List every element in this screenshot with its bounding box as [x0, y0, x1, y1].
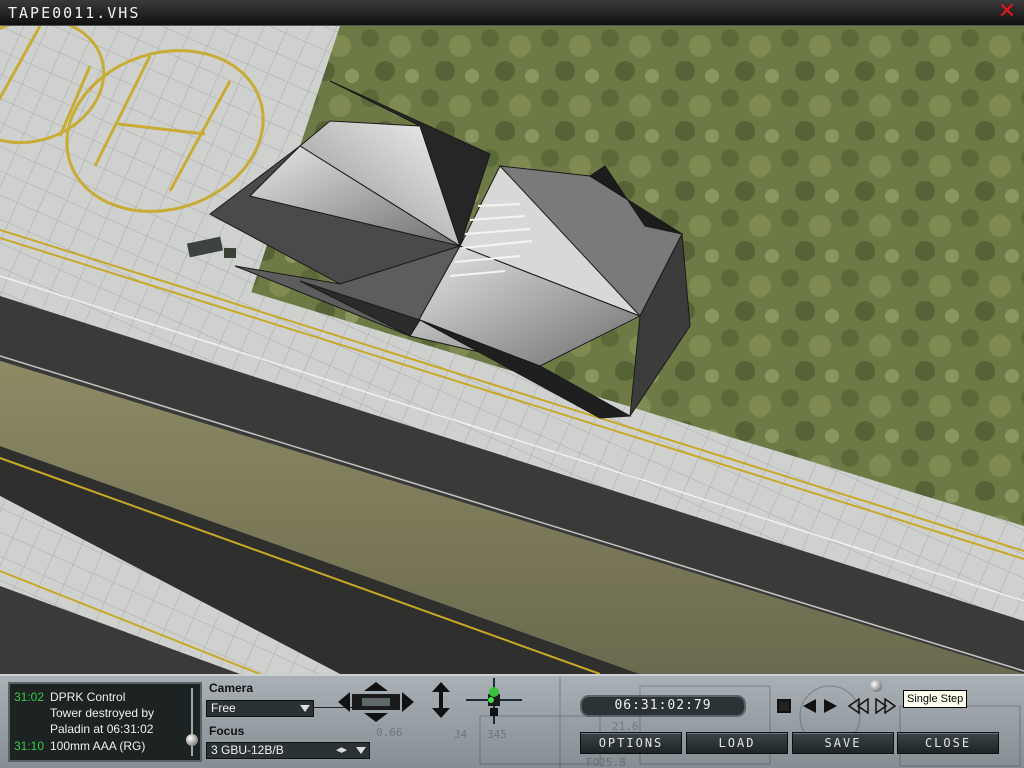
replay-3d-view[interactable]	[0, 26, 1024, 674]
playback-speed-knob[interactable]	[870, 680, 882, 692]
log-entry-text: 100mm AAA (RG)	[50, 739, 146, 753]
close-button[interactable]: CLOSE	[897, 732, 999, 754]
event-log: 31:02 DPRK Control Tower destroyed by Pa…	[8, 682, 202, 762]
log-entry-time: 31:02	[14, 690, 45, 704]
hud-value-5: FO25.8	[586, 756, 626, 768]
playback-timecode: 06:31:02:79	[580, 695, 746, 717]
focus-cycle-icon[interactable]: ◂▸	[336, 743, 347, 758]
options-button[interactable]: OPTIONS	[580, 732, 682, 754]
stop-icon[interactable]	[776, 698, 792, 714]
play-direction-icon[interactable]	[802, 698, 838, 714]
camera-label: Camera	[209, 681, 254, 695]
log-entry-text: DPRK Control	[50, 690, 126, 704]
replay-control-panel: 21.6 0.66 34 345 FO25.8 31:02 DPRK Contr…	[0, 674, 1024, 768]
hud-value-3: 34	[454, 728, 468, 741]
log-scroll-thumb[interactable]	[186, 734, 198, 746]
log-entry-text: Paladin at 06:31:02	[50, 722, 154, 736]
camera-altitude-icon[interactable]	[430, 682, 452, 718]
rewind-fast-forward-icon[interactable]	[848, 698, 896, 714]
window-title: TAPE0011.VHS	[8, 4, 141, 22]
focus-label: Focus	[209, 724, 245, 738]
save-button[interactable]: SAVE	[792, 732, 894, 754]
load-button[interactable]: LOAD	[686, 732, 788, 754]
focus-select[interactable]: 3 GBU-12B/B ◂▸	[206, 742, 370, 759]
camera-select[interactable]: Free	[206, 700, 314, 717]
hud-value-2: 0.66	[376, 726, 403, 739]
hud-value-4: 345	[487, 728, 507, 741]
camera-pan-pad[interactable]	[338, 682, 414, 722]
chevron-down-icon	[300, 705, 310, 712]
log-entry-text: Tower destroyed by	[50, 706, 155, 720]
target-reticle-icon	[466, 678, 522, 724]
log-scrollbar[interactable]	[186, 688, 198, 756]
camera-value: Free	[211, 701, 236, 715]
title-bar: TAPE0011.VHS ✕	[0, 0, 1024, 26]
focus-value: 3 GBU-12B/B	[211, 743, 284, 757]
log-entry-time: 31:10	[14, 739, 45, 753]
chevron-down-icon	[356, 747, 366, 754]
single-step-tooltip: Single Step	[903, 690, 968, 708]
close-x-icon[interactable]: ✕	[996, 1, 1018, 23]
